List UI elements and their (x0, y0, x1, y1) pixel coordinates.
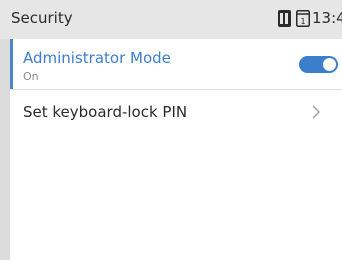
focus-indicator (10, 39, 13, 89)
toggle-knob (323, 58, 336, 71)
administrator-mode-toggle[interactable] (299, 56, 338, 73)
administrator-mode-label: Administrator Mode (23, 49, 171, 67)
left-edge-strip (0, 0, 10, 260)
administrator-mode-row[interactable]: Administrator Mode On (10, 39, 342, 89)
svg-text:1: 1 (300, 17, 305, 26)
security-screen: Security 1 13:44 Administrator Mode On (0, 0, 342, 260)
phone-icon: 1 (296, 9, 310, 27)
administrator-mode-status: On (23, 70, 39, 83)
keyboard-lock-pin-row[interactable]: Set keyboard-lock PIN (10, 90, 342, 136)
sim-card-icon (278, 9, 291, 27)
clock: 13:44 (312, 9, 342, 27)
chevron-right-icon (312, 105, 320, 119)
status-icons: 1 13:44 (278, 9, 342, 27)
page-title: Security (11, 9, 73, 27)
status-header: Security 1 13:44 (0, 0, 342, 39)
keyboard-lock-pin-label: Set keyboard-lock PIN (23, 103, 188, 121)
